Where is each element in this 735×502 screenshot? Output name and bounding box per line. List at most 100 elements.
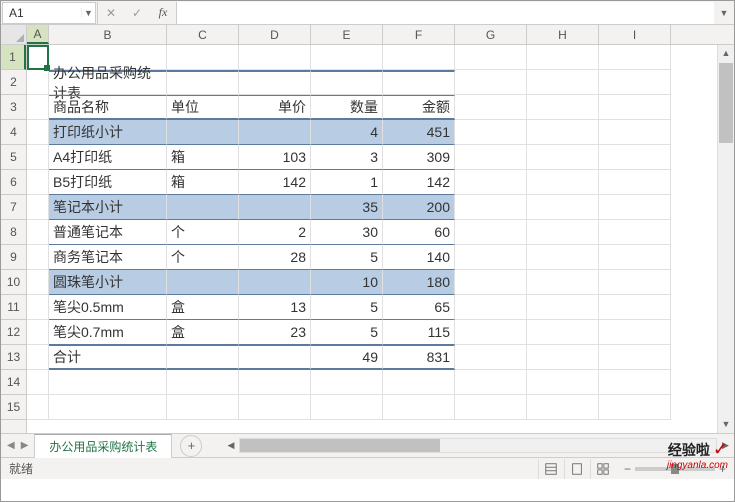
cell[interactable] (383, 395, 455, 420)
column-header[interactable]: E (311, 25, 383, 44)
table-cell[interactable]: 28 (239, 245, 311, 270)
cell[interactable] (455, 270, 527, 295)
cell[interactable] (599, 145, 671, 170)
row-header[interactable]: 12 (1, 320, 26, 345)
cell[interactable] (455, 320, 527, 345)
table-cell[interactable] (239, 270, 311, 295)
cell[interactable] (167, 45, 239, 70)
cell[interactable] (599, 370, 671, 395)
table-header[interactable]: 数量 (311, 95, 383, 120)
table-cell[interactable]: 831 (383, 345, 455, 370)
table-cell[interactable]: 35 (311, 195, 383, 220)
page-layout-view-button[interactable] (564, 459, 590, 479)
column-header[interactable]: H (527, 25, 599, 44)
scroll-track[interactable] (718, 144, 734, 416)
cell[interactable] (599, 220, 671, 245)
table-cell[interactable]: 3 (311, 145, 383, 170)
row-header[interactable]: 6 (1, 170, 26, 195)
table-cell[interactable] (167, 120, 239, 145)
table-cell[interactable]: 60 (383, 220, 455, 245)
table-cell[interactable]: 4 (311, 120, 383, 145)
cell[interactable] (599, 245, 671, 270)
cell[interactable] (311, 45, 383, 70)
cell[interactable] (455, 195, 527, 220)
table-header[interactable]: 单价 (239, 95, 311, 120)
cell[interactable] (527, 220, 599, 245)
scroll-thumb[interactable] (719, 63, 733, 143)
cell[interactable] (527, 70, 599, 95)
cell[interactable] (527, 295, 599, 320)
cell[interactable] (167, 395, 239, 420)
cell[interactable] (599, 195, 671, 220)
cell[interactable] (527, 195, 599, 220)
row-header[interactable]: 10 (1, 270, 26, 295)
cell[interactable] (383, 70, 455, 95)
scroll-left-icon[interactable]: ◀ (222, 440, 239, 451)
table-header[interactable]: 金额 (383, 95, 455, 120)
cell[interactable] (49, 370, 167, 395)
scroll-thumb[interactable] (240, 439, 440, 452)
select-all-button[interactable] (1, 25, 27, 44)
table-cell[interactable]: 笔记本小计 (49, 195, 167, 220)
cell[interactable] (599, 395, 671, 420)
cell[interactable] (27, 45, 49, 70)
table-cell[interactable] (167, 270, 239, 295)
table-cell[interactable]: 65 (383, 295, 455, 320)
table-cell[interactable]: 10 (311, 270, 383, 295)
zoom-in-button[interactable]: + (719, 462, 726, 476)
cell[interactable] (27, 245, 49, 270)
formula-cancel-button[interactable]: ✕ (98, 2, 124, 24)
cell[interactable] (527, 120, 599, 145)
cell[interactable] (239, 70, 311, 95)
table-cell[interactable]: 451 (383, 120, 455, 145)
table-cell[interactable]: 盒 (167, 295, 239, 320)
cell[interactable] (27, 345, 49, 370)
cell[interactable] (527, 370, 599, 395)
table-cell[interactable]: 23 (239, 320, 311, 345)
table-cell[interactable] (239, 120, 311, 145)
table-cell[interactable]: 49 (311, 345, 383, 370)
cell[interactable] (599, 70, 671, 95)
table-cell[interactable]: 103 (239, 145, 311, 170)
column-header[interactable]: D (239, 25, 311, 44)
table-cell[interactable] (167, 195, 239, 220)
table-cell[interactable]: 5 (311, 245, 383, 270)
table-cell[interactable]: 2 (239, 220, 311, 245)
cell[interactable] (27, 95, 49, 120)
table-cell[interactable]: 个 (167, 245, 239, 270)
row-header[interactable]: 1 (1, 45, 26, 70)
cell[interactable] (455, 120, 527, 145)
column-header[interactable]: C (167, 25, 239, 44)
row-header[interactable]: 2 (1, 70, 26, 95)
page-break-view-button[interactable] (590, 459, 616, 479)
table-cell[interactable] (167, 345, 239, 370)
zoom-slider[interactable] (635, 467, 715, 471)
table-cell[interactable]: 1 (311, 170, 383, 195)
column-header[interactable]: G (455, 25, 527, 44)
table-cell[interactable] (239, 195, 311, 220)
cell[interactable] (599, 320, 671, 345)
vertical-scrollbar[interactable]: ▲ ▼ (717, 45, 734, 433)
cell[interactable] (455, 145, 527, 170)
cell[interactable] (599, 45, 671, 70)
formula-bar-expand-icon[interactable]: ▼ (714, 8, 734, 18)
sheet-next-icon[interactable]: ▶ (21, 440, 29, 451)
table-cell[interactable]: 5 (311, 320, 383, 345)
cell[interactable] (527, 45, 599, 70)
cell[interactable] (27, 295, 49, 320)
table-cell[interactable]: 200 (383, 195, 455, 220)
table-cell[interactable]: 箱 (167, 145, 239, 170)
scroll-up-icon[interactable]: ▲ (718, 45, 734, 62)
cell[interactable] (27, 270, 49, 295)
cell[interactable] (383, 45, 455, 70)
cell[interactable] (455, 45, 527, 70)
table-cell[interactable]: A4打印纸 (49, 145, 167, 170)
cell[interactable] (455, 245, 527, 270)
table-cell[interactable]: 13 (239, 295, 311, 320)
table-cell[interactable]: 盒 (167, 320, 239, 345)
table-cell[interactable]: B5打印纸 (49, 170, 167, 195)
cell[interactable] (455, 220, 527, 245)
cell[interactable] (527, 395, 599, 420)
cell[interactable] (527, 145, 599, 170)
table-cell[interactable]: 30 (311, 220, 383, 245)
